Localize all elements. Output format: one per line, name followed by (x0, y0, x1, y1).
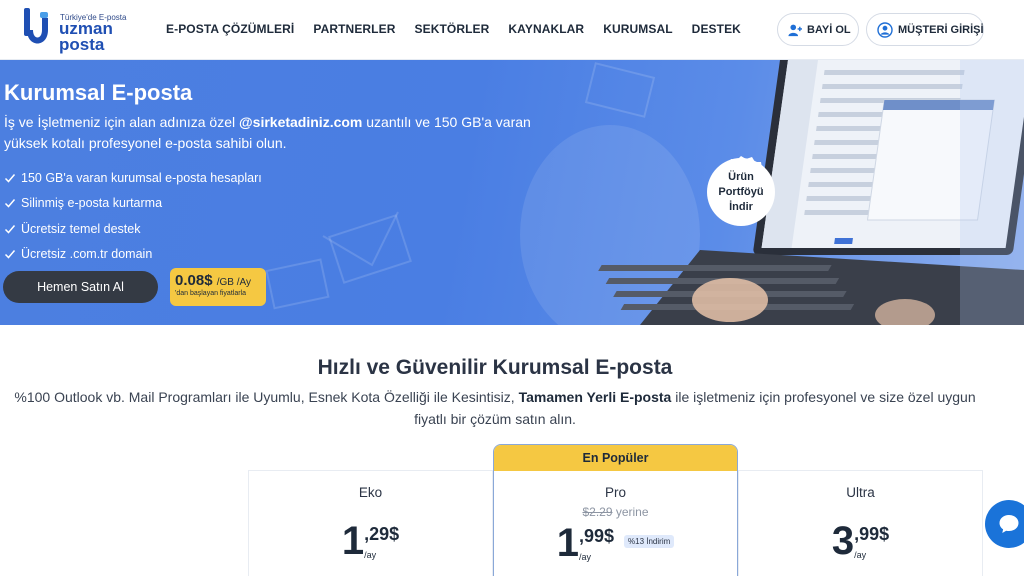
plan-name: Ultra (846, 485, 875, 500)
feature-text: Ücretsiz temel destek (21, 221, 141, 236)
check-icon (4, 224, 16, 234)
portfolio-line-3: İndir (729, 200, 753, 213)
section-desc-bold: Tamamen Yerli E-posta (518, 389, 672, 405)
musteri-girisi-label: MÜŞTERİ GİRİŞİ (898, 23, 984, 36)
feature-item: 150 GB'a varan kurumsal e-posta hesaplar… (4, 165, 262, 191)
hero-description: İş ve İşletmeniz için alan adınıza özel … (4, 112, 564, 154)
price-badge: 0.08$ /GB /Ay 'dan başlayan fiyatlarla (170, 268, 266, 306)
plan-price: 1 ,29$ /ay (249, 521, 492, 561)
price-note: 'dan başlayan fiyatlarla (175, 290, 246, 297)
hero-banner: Kurumsal E-posta İş ve İşletmeniz için a… (0, 60, 1024, 325)
nav-eposta-cozumleri[interactable]: E-POSTA ÇÖZÜMLERİ (166, 22, 294, 36)
price-integer: 1 (341, 519, 365, 563)
nav-sektorler[interactable]: SEKTÖRLER (415, 22, 490, 36)
nav-kurumsal[interactable]: KURUMSAL (603, 22, 672, 36)
plan-card-ultra[interactable]: Ultra 3 ,99$ /ay (738, 470, 983, 576)
plan-name: Pro (604, 485, 626, 500)
price-decimal: ,99$ (578, 526, 615, 546)
price-unit: /GB /Ay (216, 277, 251, 288)
hero-desc-domain: @sirketadiniz.com (239, 114, 363, 130)
bayi-ol-label: BAYİ OL (807, 23, 851, 36)
hero-desc-pre: İş ve İşletmeniz için alan adınıza özel (4, 114, 240, 130)
price-period: /ay (854, 550, 867, 560)
feature-text: Ücretsiz .com.tr domain (21, 247, 153, 262)
plan-name: Eko (358, 485, 383, 500)
nav-partnerler[interactable]: PARTNERLER (313, 22, 395, 36)
hero-title: Kurumsal E-posta (4, 80, 193, 105)
musteri-girisi-button[interactable]: MÜŞTERİ GİRİŞİ (866, 13, 984, 46)
hero-feature-list: 150 GB'a varan kurumsal e-posta hesaplar… (4, 165, 262, 267)
hemen-satin-al-button[interactable]: Hemen Satın Al (3, 271, 158, 303)
live-chat-button[interactable] (985, 500, 1024, 548)
price-fraction-group: ,99$ /ay (579, 523, 614, 562)
check-icon (4, 250, 16, 259)
section-title: Hızlı ve Güvenilir Kurumsal E-posta (317, 356, 673, 379)
logo-word-posta: posta (59, 35, 105, 54)
price-fraction-group: ,29$ /ay (364, 521, 399, 560)
price-value: 0.08$ (175, 272, 213, 289)
old-price-value: $2.29 (582, 505, 613, 519)
feature-text: Silinmiş e-posta kurtarma (21, 196, 163, 211)
price-decimal: ,29$ (364, 524, 400, 544)
price-decimal: ,99$ (854, 524, 890, 544)
section-description: %100 Outlook vb. Mail Programları ile Uy… (0, 386, 990, 430)
chat-bubble-icon (999, 515, 1019, 533)
nav-kaynaklar[interactable]: KAYNAKLAR (508, 22, 584, 36)
check-icon (4, 173, 16, 183)
feature-text: 150 GB'a varan kurumsal e-posta hesaplar… (21, 170, 262, 185)
plan-price: 1 ,99$ /ay %13 İndirim (494, 523, 737, 563)
portfolio-line-1: Ürün (728, 170, 754, 183)
plan-price: 3 ,99$ /ay (739, 521, 982, 561)
user-plus-icon (788, 24, 802, 36)
price-integer: 3 (831, 519, 855, 563)
portfolio-text: Ürün Portföyü İndir (702, 153, 780, 231)
discount-badge: %13 İndirim (624, 535, 675, 548)
plan-card-eko[interactable]: Eko 1 ,29$ /ay (248, 470, 493, 576)
user-circle-icon (877, 21, 893, 38)
old-price-suffix: yerine (615, 505, 649, 519)
site-header: Türkiye'de E-posta uzman posta E-POSTA Ç… (0, 0, 1024, 60)
feature-item: Ücretsiz temel destek (4, 216, 262, 242)
nav-destek[interactable]: DESTEK (692, 22, 741, 36)
plan-card-pro[interactable]: En Popüler Pro $2.29 yerine 1 ,99$ /ay %… (493, 444, 738, 576)
feature-item: Silinmiş e-posta kurtarma (4, 191, 262, 217)
urun-portfoyu-indir-badge[interactable]: Ürün Portföyü İndir (702, 153, 780, 231)
logo-mark-icon (24, 8, 48, 44)
main-nav: E-POSTA ÇÖZÜMLERİ PARTNERLER SEKTÖRLER K… (166, 22, 760, 36)
price-period: /ay (578, 552, 591, 562)
price-integer: 1 (556, 521, 579, 565)
popular-ribbon: En Popüler (494, 445, 737, 471)
bayi-ol-button[interactable]: BAYİ OL (777, 13, 859, 46)
feature-item: Ücretsiz .com.tr domain (4, 242, 262, 268)
price-period: /ay (364, 550, 377, 560)
check-icon (4, 199, 16, 208)
brand-logo[interactable]: Türkiye'de E-posta uzman posta (22, 6, 132, 54)
section-desc-pre: %100 Outlook vb. Mail Programları ile Uy… (14, 389, 519, 405)
old-price: $2.29 yerine (494, 505, 737, 519)
price-fraction-group: ,99$ /ay (854, 521, 889, 560)
price-main: 0.08$ /GB /Ay (175, 272, 261, 289)
portfolio-line-2: Portföyü (718, 185, 764, 198)
